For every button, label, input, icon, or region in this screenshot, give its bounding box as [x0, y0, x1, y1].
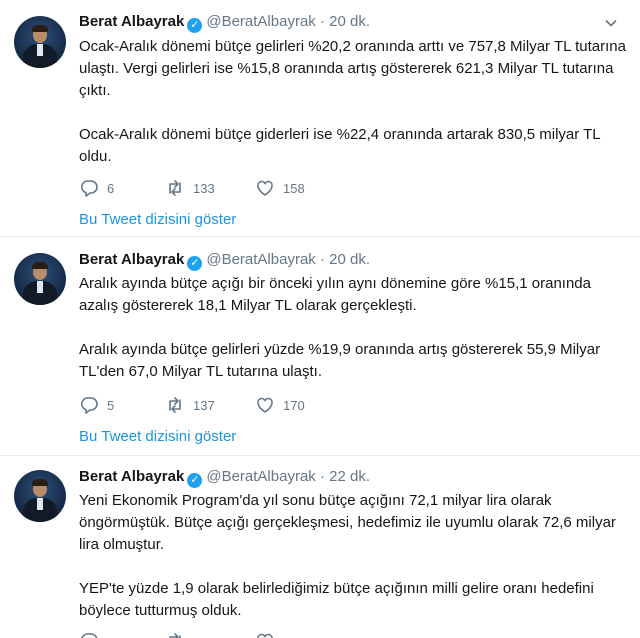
- tweet-header: Berat Albayrak ✓ @BeratAlbayrak · 22 dk.: [79, 468, 370, 488]
- tweet-paragraph: Ocak-Aralık dönemi bütçe giderleri ise %…: [79, 126, 601, 165]
- verified-badge-icon: ✓: [187, 473, 203, 488]
- heart-icon: [257, 180, 273, 196]
- tweet[interactable]: Berat Albayrak ✓ @BeratAlbayrak · 20 dk. O…: [0, 0, 640, 236]
- separator-dot: ·: [319, 468, 325, 485]
- retweet-button[interactable]: 137: [165, 394, 215, 416]
- tweet[interactable]: Berat Albayrak ✓ @BeratAlbayrak · 20 dk. A…: [0, 237, 640, 455]
- reply-count: 6: [107, 180, 115, 196]
- author-handle[interactable]: @BeratAlbayrak: [206, 468, 315, 485]
- verified-badge-icon: ✓: [187, 256, 203, 271]
- separator-dot: ·: [319, 251, 325, 268]
- reply-icon: [80, 397, 98, 414]
- like-button[interactable]: 170: [255, 394, 305, 416]
- tweet-paragraph: Ocak-Aralık dönemi bütçe gelirleri %20,2…: [79, 38, 626, 99]
- avatar[interactable]: [14, 16, 66, 68]
- reply-icon: [80, 180, 98, 197]
- heart-icon: [257, 397, 273, 413]
- show-thread-link[interactable]: Bu Tweet dizisini göster: [79, 428, 236, 445]
- reply-button[interactable]: 5: [79, 394, 114, 416]
- avatar[interactable]: [14, 470, 66, 522]
- reply-count: 5: [107, 397, 115, 413]
- author-handle[interactable]: @BeratAlbayrak: [206, 13, 315, 30]
- author-name[interactable]: Berat Albayrak: [79, 468, 184, 485]
- author-name[interactable]: Berat Albayrak: [79, 13, 184, 30]
- tweet-paragraph: Aralık ayında bütçe gelirleri yüzde %19,…: [79, 341, 601, 380]
- tweet-timestamp[interactable]: 20 dk.: [329, 13, 370, 30]
- tweet-timestamp[interactable]: 22 dk.: [329, 468, 370, 485]
- tweet-paragraph: YEP'te yüzde 1,9 olarak belirlediğimiz b…: [79, 580, 594, 619]
- retweet-icon: [169, 180, 181, 196]
- retweet-count: 133: [193, 180, 215, 196]
- tweet[interactable]: Berat Albayrak ✓ @BeratAlbayrak · 22 dk. Y…: [0, 456, 640, 638]
- tweet-timeline: Berat Albayrak ✓ @BeratAlbayrak · 20 dk. O…: [0, 0, 640, 638]
- retweet-button[interactable]: 133: [165, 177, 215, 199]
- like-button[interactable]: [255, 630, 275, 638]
- tweet-paragraph: Yeni Ekonomik Program'da yıl sonu bütçe …: [79, 492, 616, 553]
- tweet-text: Yeni Ekonomik Program'da yıl sonu bütçe …: [79, 490, 627, 622]
- show-thread-link[interactable]: Bu Tweet dizisini göster: [79, 211, 236, 228]
- reply-icon: [81, 633, 98, 638]
- tweet-header: Berat Albayrak ✓ @BeratAlbayrak · 20 dk.: [79, 251, 370, 271]
- tweet-timestamp[interactable]: 20 dk.: [329, 251, 370, 268]
- retweet-icon: [169, 633, 181, 638]
- like-count: 158: [283, 180, 305, 196]
- tweet-text: Aralık ayında bütçe açığı bir önceki yıl…: [79, 273, 627, 383]
- tweet-text: Ocak-Aralık dönemi bütçe gelirleri %20,2…: [79, 36, 627, 168]
- like-button[interactable]: 158: [255, 177, 305, 199]
- tweet-paragraph: Aralık ayında bütçe açığı bir önceki yıl…: [79, 275, 591, 314]
- author-handle[interactable]: @BeratAlbayrak: [206, 251, 315, 268]
- reply-button[interactable]: [79, 630, 99, 638]
- separator-dot: ·: [319, 13, 325, 30]
- retweet-icon: [169, 397, 181, 413]
- avatar[interactable]: [14, 253, 66, 305]
- author-name[interactable]: Berat Albayrak: [79, 251, 184, 268]
- verified-badge-icon: ✓: [187, 18, 203, 33]
- like-count: 170: [283, 397, 305, 413]
- tweet-header: Berat Albayrak ✓ @BeratAlbayrak · 20 dk.: [79, 13, 370, 33]
- chevron-down-icon[interactable]: [604, 16, 618, 30]
- reply-button[interactable]: 6: [79, 177, 114, 199]
- retweet-button[interactable]: [165, 630, 185, 638]
- retweet-count: 137: [193, 397, 215, 413]
- heart-icon: [257, 633, 273, 638]
